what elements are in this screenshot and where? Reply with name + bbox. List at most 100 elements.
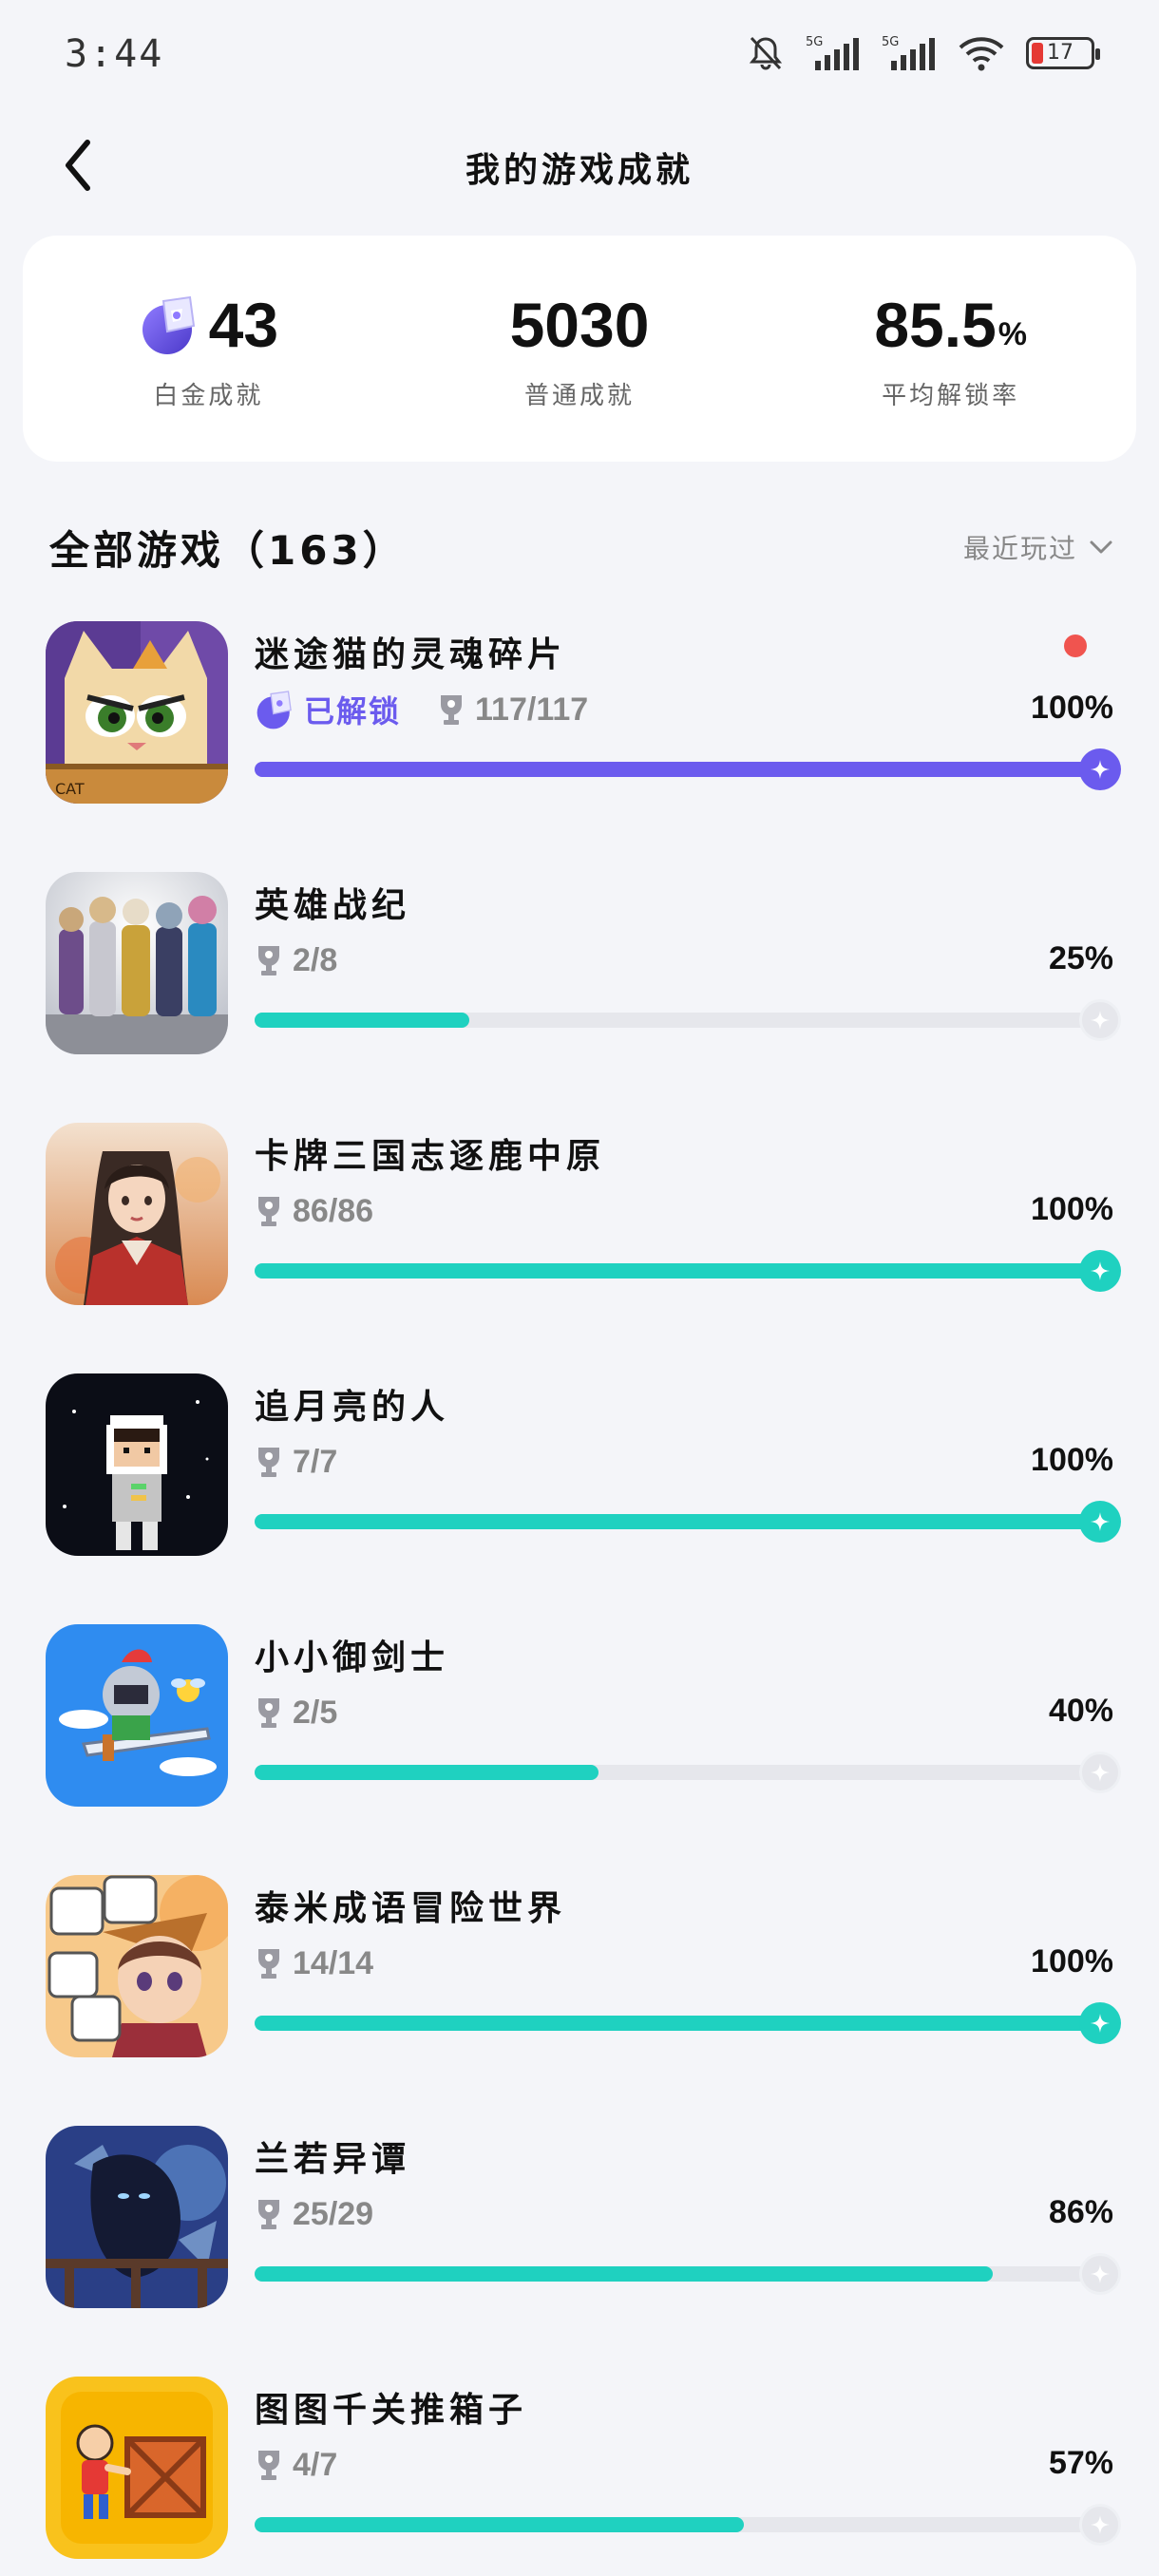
percent-label: 40%	[1048, 1693, 1113, 1729]
game-item[interactable]: 卡牌三国志逐鹿中原 86/86 100%	[0, 1119, 1159, 1370]
sort-label: 最近玩过	[962, 533, 1077, 564]
sparkle-icon	[1079, 748, 1121, 790]
percent-label: 25%	[1048, 940, 1113, 976]
signal-5g-icon-2: 5G	[882, 35, 935, 70]
sparkle-icon	[1079, 1501, 1121, 1543]
achievement-count: 2/5	[293, 1694, 338, 1731]
battery-text: 17	[1047, 41, 1074, 65]
progress-bar	[255, 2504, 1121, 2546]
status-time: 3:44	[65, 32, 164, 76]
percent-label: 100%	[1031, 1943, 1113, 1979]
game-name: 追月亮的人	[255, 1388, 450, 1427]
sword-knight-game-icon	[46, 1624, 228, 1807]
game-item[interactable]: 追月亮的人 7/7 100%	[0, 1370, 1159, 1620]
progress-bar	[255, 748, 1121, 790]
achievement-count: 4/7	[293, 2446, 338, 2483]
percent-label: 100%	[1031, 1191, 1113, 1227]
game-item[interactable]: 英雄战纪 2/8 25%	[0, 868, 1159, 1119]
progress-bar	[255, 999, 1121, 1041]
section-title: 全部游戏（163）	[49, 527, 407, 574]
moon-chaser-game-icon	[46, 1373, 228, 1556]
rate-label: 平均解锁率	[882, 381, 1020, 410]
status-icons: 5G 5G 17	[747, 34, 1100, 72]
lanruo-game-icon	[46, 2126, 228, 2308]
game-name: 英雄战纪	[255, 886, 411, 925]
three-kingdoms-game-icon	[46, 1123, 228, 1305]
progress-bar	[255, 1752, 1121, 1793]
percent-label: 57%	[1048, 2445, 1113, 2481]
sparkle-icon	[1079, 2253, 1121, 2295]
progress-bar	[255, 1501, 1121, 1543]
game-name: 迷途猫的灵魂碎片	[255, 635, 567, 674]
progress-fill	[255, 1013, 469, 1028]
progress-fill	[255, 1263, 1113, 1279]
trophy-icon	[441, 695, 463, 725]
percent-label: 100%	[1031, 690, 1113, 726]
sparkle-icon	[1079, 1752, 1121, 1793]
achievement-count: 14/14	[293, 1944, 374, 1981]
game-item[interactable]: 泰米成语冒险世界 14/14 100%	[0, 1871, 1159, 2122]
network-label-2: 5G	[882, 35, 899, 49]
normal-label: 普通成就	[524, 381, 636, 410]
game-name: 卡牌三国志逐鹿中原	[255, 1137, 606, 1176]
progress-bar	[255, 2253, 1121, 2295]
game-item[interactable]: CAT 迷途猫的灵魂碎片 已解锁 117/117 100%	[0, 617, 1159, 868]
platinum-trophy-icon	[256, 691, 292, 729]
platinum-stat[interactable]: 43 白金成就	[23, 236, 394, 462]
cat-game-icon: CAT	[46, 621, 228, 804]
trophy-icon	[258, 946, 279, 975]
push-box-game-icon	[46, 2377, 228, 2559]
sparkle-icon	[1079, 2504, 1121, 2546]
battery-icon: 17	[1026, 37, 1100, 69]
platinum-count: 43	[208, 289, 279, 360]
sort-dropdown[interactable]: 最近玩过	[963, 528, 1113, 566]
progress-bar	[255, 1250, 1121, 1292]
status-bar: 3:44 5G 5G 17	[0, 0, 1159, 104]
progress-fill	[255, 2517, 745, 2532]
rate-stat[interactable]: 85.5 % 平均解锁率	[765, 236, 1136, 462]
percent-label: 86%	[1048, 2194, 1113, 2230]
chevron-down-icon	[1090, 540, 1112, 554]
achievement-count: 7/7	[293, 1443, 338, 1480]
wifi-icon	[959, 37, 1004, 71]
trophy-icon	[258, 1949, 279, 1979]
game-name: 小小御剑士	[255, 1638, 450, 1677]
trophy-icon	[258, 1197, 279, 1226]
platinum-label: 白金成就	[153, 381, 264, 410]
game-item[interactable]: 小小御剑士 2/5 40%	[0, 1620, 1159, 1871]
summary-card: 43 白金成就 5030 普通成就 85.5 % 平均解锁率	[23, 236, 1136, 462]
trophy-icon	[258, 2451, 279, 2480]
platinum-trophy-icon	[142, 295, 195, 354]
progress-fill	[255, 1765, 598, 1780]
sparkle-icon	[1079, 999, 1121, 1041]
progress-bar	[255, 2002, 1121, 2044]
trophy-icon	[258, 2200, 279, 2229]
normal-stat[interactable]: 5030 普通成就	[394, 236, 766, 462]
heroes-game-icon	[46, 872, 228, 1054]
percent-label: 100%	[1031, 1442, 1113, 1478]
trophy-icon	[258, 1698, 279, 1728]
new-dot	[1064, 635, 1087, 657]
page-title: 我的游戏成就	[465, 151, 694, 190]
achievement-count: 86/86	[293, 1192, 374, 1229]
idiom-adventure-game-icon	[46, 1875, 228, 2057]
progress-fill	[255, 2016, 1113, 2031]
sparkle-icon	[1079, 1250, 1121, 1292]
signal-5g-icon-1: 5G	[806, 35, 859, 70]
header: 我的游戏成就	[0, 123, 1159, 209]
achievement-count: 2/8	[293, 941, 338, 978]
sparkle-icon	[1079, 2002, 1121, 2044]
svg-text:CAT: CAT	[55, 780, 85, 798]
section-header: 全部游戏（163） 最近玩过	[49, 513, 1113, 579]
platinum-badge: 已解锁	[255, 688, 401, 731]
trophy-icon	[258, 1448, 279, 1477]
game-item[interactable]: 兰若异谭 25/29 86%	[0, 2122, 1159, 2373]
game-name: 泰米成语冒险世界	[255, 1889, 567, 1928]
achievement-count: 25/29	[293, 2195, 374, 2232]
game-list: CAT 迷途猫的灵魂碎片 已解锁 117/117 100% 英雄战纪 2/8 2…	[0, 617, 1159, 2576]
normal-count: 5030	[509, 289, 650, 360]
mute-bell-icon	[749, 36, 783, 70]
game-item[interactable]: 图图千关推箱子 4/7 57%	[0, 2373, 1159, 2576]
game-name: 兰若异谭	[255, 2140, 411, 2179]
game-name: 图图千关推箱子	[255, 2391, 528, 2430]
